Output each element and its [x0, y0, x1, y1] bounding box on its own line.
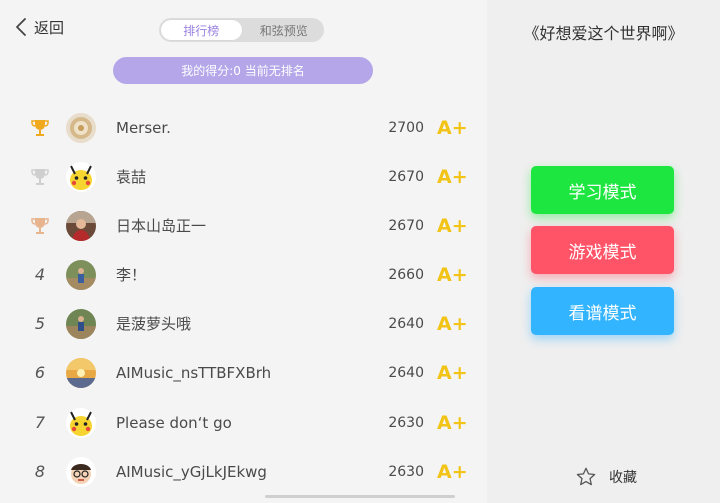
rank-cell: 8	[34, 462, 46, 481]
user-name: 袁喆	[116, 168, 147, 186]
rank-cell	[28, 103, 52, 152]
user-name: Please don‘t go	[116, 413, 232, 432]
cartoon-boy-avatar	[66, 457, 96, 487]
grade-badge: A+	[437, 214, 468, 237]
user-score: 2700	[388, 119, 424, 136]
user-score: 2670	[388, 217, 424, 234]
grade-badge: A+	[437, 411, 468, 434]
grade-badge: A+	[437, 263, 468, 286]
tab-leaderboard[interactable]: 排行榜	[161, 20, 242, 40]
user-name: 李！	[116, 266, 147, 284]
outdoor-avatar	[66, 260, 96, 290]
sheet-mode-button[interactable]: 看谱模式	[531, 287, 674, 335]
silver-trophy-icon	[31, 168, 49, 185]
tab-bar: 排行榜 和弦预览	[159, 18, 324, 42]
pikachu-avatar	[66, 162, 96, 192]
back-button[interactable]: 返回	[14, 16, 64, 38]
rank-cell	[28, 152, 52, 201]
leaderboard-row[interactable]: 4 李！ 2660 A+	[0, 250, 487, 299]
leaderboard-row[interactable]: 8 AIMusic_yGjLkJEkwg 2630 A+	[0, 447, 487, 496]
user-score: 2640	[388, 364, 424, 381]
my-score-badge: 我的得分:0 当前无排名	[113, 57, 373, 84]
tab-chord-preview[interactable]: 和弦预览	[244, 18, 325, 42]
leaderboard-row[interactable]: Merser. 2700 A+	[0, 103, 487, 152]
user-name: AIMusic_yGjLkJEkwg	[116, 462, 267, 481]
leaderboard-row[interactable]: 袁喆 2670 A+	[0, 152, 487, 201]
user-score: 2630	[388, 414, 424, 431]
grade-badge: A+	[437, 460, 468, 483]
pikachu-avatar	[66, 408, 96, 438]
leaderboard-row[interactable]: 7 Please don‘t go 2630 A+	[0, 398, 487, 447]
grade-badge: A+	[437, 116, 468, 139]
grade-badge: A+	[437, 312, 468, 335]
user-name: 日本山岛正一	[116, 217, 207, 235]
coin-avatar	[66, 113, 96, 143]
grade-badge: A+	[437, 361, 468, 384]
back-label: 返回	[34, 18, 65, 37]
user-name: 是菠萝头哦	[116, 315, 192, 333]
user-score: 2630	[388, 463, 424, 480]
user-score: 2670	[388, 168, 424, 185]
user-score: 2640	[388, 315, 424, 332]
grade-badge: A+	[437, 165, 468, 188]
leaderboard-row[interactable]: 5 是菠萝头哦 2640 A+	[0, 299, 487, 348]
horizontal-scrollbar[interactable]	[265, 495, 455, 498]
star-icon	[576, 467, 596, 486]
outdoor-avatar	[66, 309, 96, 339]
leaderboard-panel: 返回 排行榜 和弦预览 我的得分:0 当前无排名 Merser. 2700 A+	[0, 0, 487, 503]
rank-cell: 4	[34, 265, 46, 284]
rank-cell: 6	[34, 363, 46, 382]
user-name: Merser.	[116, 118, 171, 137]
game-mode-button[interactable]: 游戏模式	[531, 226, 674, 274]
bronze-trophy-icon	[31, 217, 49, 234]
gold-trophy-icon	[31, 119, 49, 136]
user-name: AIMusic_nsTTBFXBrh	[116, 363, 272, 382]
favorite-label: 收藏	[609, 470, 637, 486]
leaderboard-row[interactable]: 6 AIMusic_nsTTBFXBrh 2640 A+	[0, 348, 487, 397]
learn-mode-button[interactable]: 学习模式	[531, 166, 674, 214]
favorite-button[interactable]: 收藏	[575, 466, 637, 488]
sunset-avatar	[66, 358, 96, 388]
rank-cell	[28, 201, 52, 250]
user-score: 2660	[388, 266, 424, 283]
song-title: 《好想爱这个世界啊》	[523, 24, 684, 43]
rank-cell: 7	[34, 413, 46, 432]
person-avatar	[66, 211, 96, 241]
chevron-left-icon	[16, 18, 26, 36]
leaderboard-row[interactable]: 日本山岛正一 2670 A+	[0, 201, 487, 250]
rank-cell: 5	[34, 314, 46, 333]
